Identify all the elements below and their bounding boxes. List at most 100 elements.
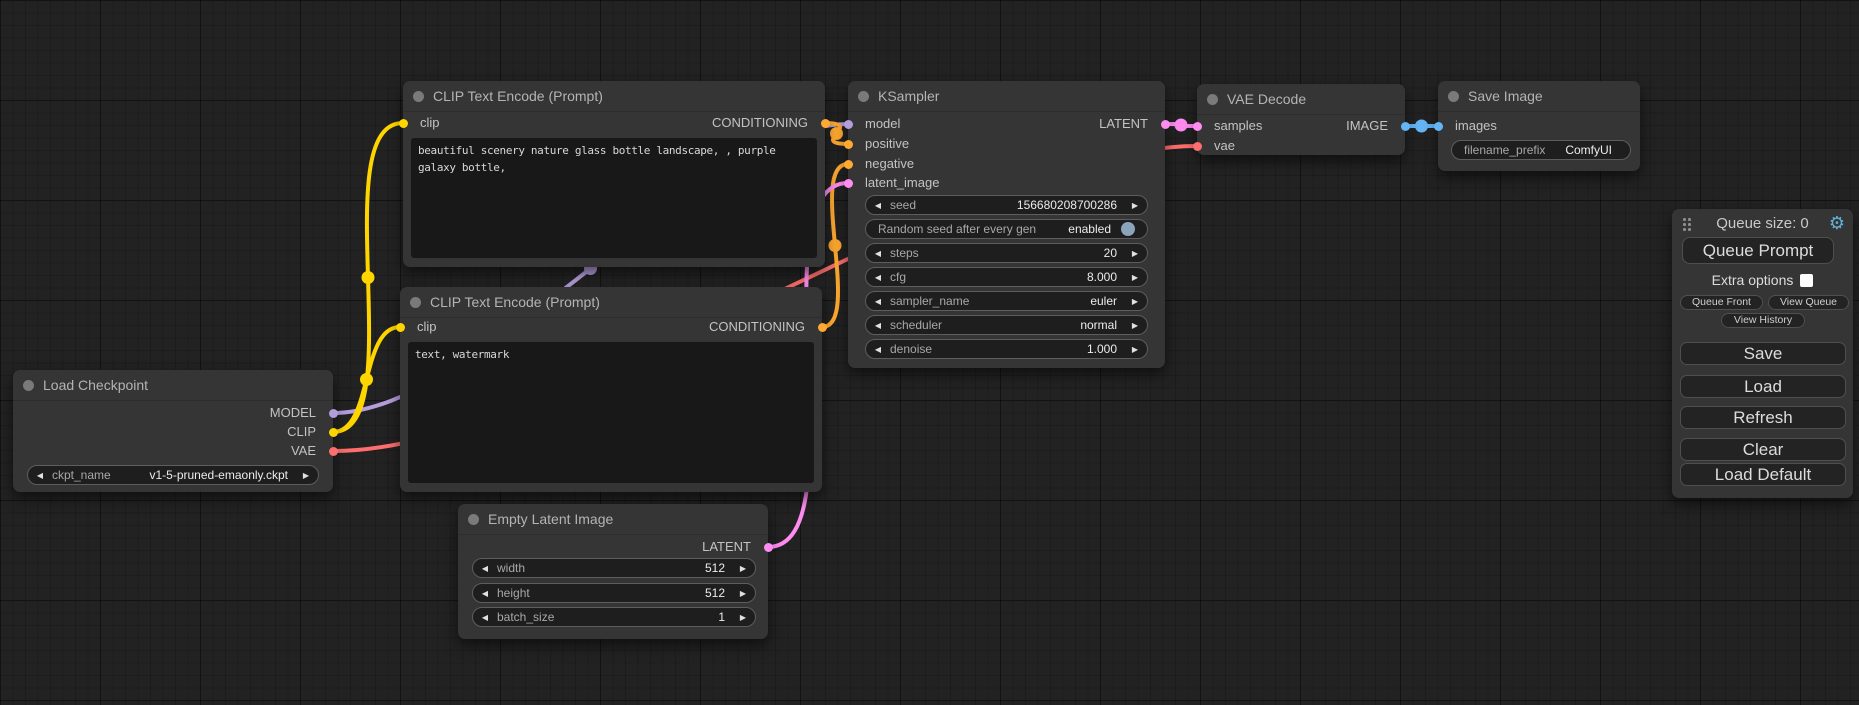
collapse-dot-icon[interactable]	[1448, 91, 1459, 102]
output-slot-vae: VAE	[13, 441, 333, 461]
height-widget[interactable]: ◀ height 512 ▶	[472, 583, 756, 603]
node-clip-text-encode-positive[interactable]: CLIP Text Encode (Prompt) clip CONDITION…	[403, 81, 825, 267]
slot-label: CONDITIONING	[709, 319, 805, 334]
decrement-arrow-icon[interactable]: ◀	[473, 589, 497, 598]
widget-value: v1-5-pruned-emaonly.ckpt	[111, 468, 294, 482]
random-seed-widget[interactable]: Random seed after every gen enabled	[865, 219, 1148, 239]
node-title-bar[interactable]: Save Image	[1438, 81, 1640, 112]
batch-size-widget[interactable]: ◀ batch_size 1 ▶	[472, 607, 756, 627]
node-title-bar[interactable]: CLIP Text Encode (Prompt)	[400, 287, 822, 318]
queue-front-button[interactable]: Queue Front	[1680, 295, 1763, 310]
gear-icon[interactable]: ⚙	[1829, 212, 1845, 234]
collapse-dot-icon[interactable]	[1207, 94, 1218, 105]
node-load-checkpoint[interactable]: Load Checkpoint MODEL CLIP VAE ◀ ckpt_na…	[13, 370, 333, 492]
node-title: Save Image	[1468, 88, 1543, 104]
negative-prompt-textarea[interactable]: text, watermark	[408, 342, 814, 483]
decrement-arrow-icon[interactable]: ◀	[866, 297, 890, 306]
increment-arrow-icon[interactable]: ▶	[731, 564, 755, 573]
scheduler-widget[interactable]: ◀ scheduler normal ▶	[865, 315, 1148, 335]
slot-label: negative	[865, 156, 914, 171]
node-title-bar[interactable]: CLIP Text Encode (Prompt)	[403, 81, 825, 112]
latent-output-dot[interactable]	[1161, 120, 1170, 129]
decrement-arrow-icon[interactable]: ◀	[473, 564, 497, 573]
increment-arrow-icon[interactable]: ▶	[731, 613, 755, 622]
increment-arrow-icon[interactable]: ▶	[1123, 297, 1147, 306]
denoise-widget[interactable]: ◀ denoise 1.000 ▶	[865, 339, 1148, 359]
node-title: Empty Latent Image	[488, 511, 613, 527]
increment-arrow-icon[interactable]: ▶	[1123, 345, 1147, 354]
output-slot-conditioning: CONDITIONING	[400, 317, 822, 337]
view-queue-button[interactable]: View Queue	[1768, 295, 1849, 310]
increment-arrow-icon[interactable]: ▶	[731, 589, 755, 598]
model-output-dot[interactable]	[329, 409, 338, 418]
cfg-widget[interactable]: ◀ cfg 8.000 ▶	[865, 267, 1148, 287]
output-slot-clip: CLIP	[13, 422, 333, 442]
collapse-dot-icon[interactable]	[413, 91, 424, 102]
conditioning-output-dot[interactable]	[818, 323, 827, 332]
collapse-dot-icon[interactable]	[410, 297, 421, 308]
collapse-dot-icon[interactable]	[23, 380, 34, 391]
positive-prompt-textarea[interactable]: beautiful scenery nature glass bottle la…	[411, 138, 817, 258]
save-button[interactable]: Save	[1680, 342, 1846, 365]
node-title: VAE Decode	[1227, 91, 1306, 107]
node-title-bar[interactable]: VAE Decode	[1197, 84, 1405, 115]
increment-arrow-icon[interactable]: ▶	[294, 471, 318, 480]
clip-output-dot[interactable]	[329, 428, 338, 437]
node-vae-decode[interactable]: VAE Decode samples IMAGE vae	[1197, 84, 1405, 155]
decrement-arrow-icon[interactable]: ◀	[473, 613, 497, 622]
node-clip-text-encode-negative[interactable]: CLIP Text Encode (Prompt) clip CONDITION…	[400, 287, 822, 492]
seed-widget[interactable]: ◀ seed 156680208700286 ▶	[865, 195, 1148, 215]
increment-arrow-icon[interactable]: ▶	[1123, 201, 1147, 210]
sampler-name-widget[interactable]: ◀ sampler_name euler ▶	[865, 291, 1148, 311]
slot-label: positive	[865, 136, 909, 151]
collapse-dot-icon[interactable]	[858, 91, 869, 102]
node-title-bar[interactable]: Empty Latent Image	[458, 504, 768, 535]
steps-widget[interactable]: ◀ steps 20 ▶	[865, 243, 1148, 263]
node-title: CLIP Text Encode (Prompt)	[430, 294, 600, 310]
widget-value: 1.000	[932, 342, 1123, 356]
width-widget[interactable]: ◀ width 512 ▶	[472, 558, 756, 578]
images-input-dot[interactable]	[1434, 122, 1443, 131]
load-button[interactable]: Load	[1680, 375, 1846, 398]
conditioning-output-dot[interactable]	[821, 119, 830, 128]
extra-options-checkbox[interactable]	[1800, 274, 1813, 287]
decrement-arrow-icon[interactable]: ◀	[28, 471, 52, 480]
node-ksampler[interactable]: KSampler model LATENT positive negative …	[848, 81, 1165, 368]
node-save-image[interactable]: Save Image images filename_prefix ComfyU…	[1438, 81, 1640, 171]
random-seed-toggle[interactable]	[1121, 222, 1135, 236]
latent-output-dot[interactable]	[764, 543, 773, 552]
collapse-dot-icon[interactable]	[468, 514, 479, 525]
increment-arrow-icon[interactable]: ▶	[1123, 321, 1147, 330]
decrement-arrow-icon[interactable]: ◀	[866, 201, 890, 210]
decrement-arrow-icon[interactable]: ◀	[866, 345, 890, 354]
node-graph-canvas[interactable]: Load Checkpoint MODEL CLIP VAE ◀ ckpt_na…	[0, 0, 1859, 705]
decrement-arrow-icon[interactable]: ◀	[866, 249, 890, 258]
node-title-bar[interactable]: Load Checkpoint	[13, 370, 333, 401]
queue-prompt-button[interactable]: Queue Prompt	[1682, 237, 1834, 264]
vae-output-dot[interactable]	[329, 447, 338, 456]
image-output-dot[interactable]	[1401, 122, 1410, 131]
positive-input-dot[interactable]	[844, 140, 853, 149]
increment-arrow-icon[interactable]: ▶	[1123, 273, 1147, 282]
load-default-button[interactable]: Load Default	[1680, 463, 1846, 486]
decrement-arrow-icon[interactable]: ◀	[866, 273, 890, 282]
node-title-bar[interactable]: KSampler	[848, 81, 1165, 112]
vae-input-dot[interactable]	[1193, 142, 1202, 151]
widget-label: cfg	[890, 270, 906, 284]
widget-label: height	[497, 586, 530, 600]
widget-label: denoise	[890, 342, 932, 356]
node-empty-latent-image[interactable]: Empty Latent Image LATENT ◀ width 512 ▶ …	[458, 504, 768, 639]
refresh-button[interactable]: Refresh	[1680, 406, 1846, 429]
negative-input-dot[interactable]	[844, 160, 853, 169]
latent-image-input-dot[interactable]	[844, 179, 853, 188]
extra-options-row: Extra options	[1672, 272, 1853, 288]
increment-arrow-icon[interactable]: ▶	[1123, 249, 1147, 258]
ckpt-name-widget[interactable]: ◀ ckpt_name v1-5-pruned-emaonly.ckpt ▶	[27, 465, 319, 485]
decrement-arrow-icon[interactable]: ◀	[866, 321, 890, 330]
widget-label: steps	[890, 246, 919, 260]
input-slot-vae: vae	[1197, 136, 1405, 156]
output-slot-image: IMAGE	[1197, 116, 1405, 136]
clear-button[interactable]: Clear	[1680, 438, 1846, 461]
filename-prefix-widget[interactable]: filename_prefix ComfyUI	[1451, 140, 1631, 160]
view-history-button[interactable]: View History	[1721, 313, 1805, 328]
